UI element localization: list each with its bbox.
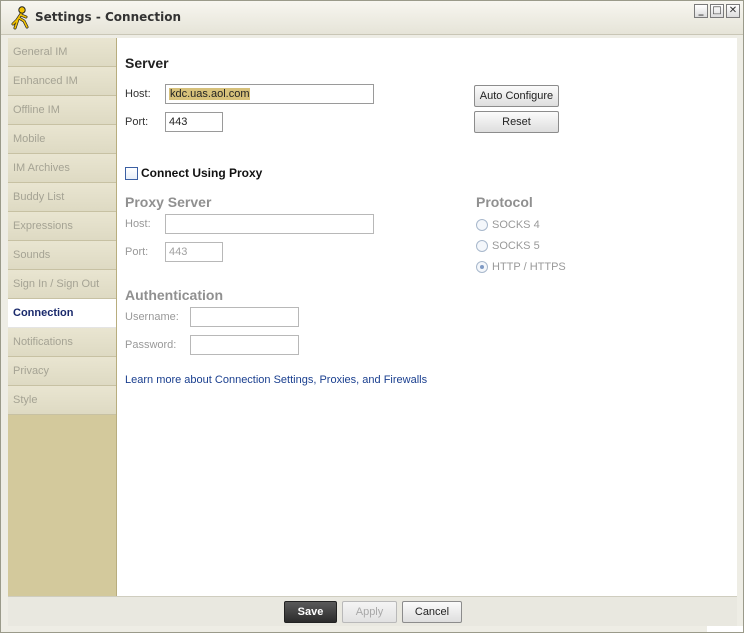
username-label: Username: — [125, 311, 179, 323]
cancel-button[interactable]: Cancel — [402, 601, 462, 623]
proxy-port-label: Port: — [125, 246, 149, 258]
proxy-host-input[interactable] — [165, 214, 374, 234]
sidebar-item-offline-im[interactable]: Offline IM — [8, 96, 116, 125]
save-button[interactable]: Save — [284, 601, 337, 623]
help-prefix: Learn more about — [125, 374, 215, 386]
proxy-port-input[interactable]: 443 — [165, 242, 223, 262]
sidebar-item-sign-in-sign-out[interactable]: Sign In / Sign Out — [8, 270, 116, 299]
minimize-icon[interactable]: _ — [694, 4, 708, 18]
sidebar-item-im-archives[interactable]: IM Archives — [8, 154, 116, 183]
proxies-link[interactable]: Proxies — [319, 374, 356, 386]
proxy-host-label: Host: — [125, 218, 151, 230]
aim-running-man-icon — [11, 6, 29, 30]
socks5-radio[interactable] — [476, 240, 488, 252]
window-title: Settings - Connection — [35, 10, 182, 24]
apply-button[interactable]: Apply — [342, 601, 397, 623]
sidebar-item-mobile[interactable]: Mobile — [8, 125, 116, 154]
socks4-radio[interactable] — [476, 219, 488, 231]
connect-using-proxy-checkbox[interactable] — [125, 167, 138, 180]
firewalls-link[interactable]: Firewalls — [384, 374, 427, 386]
help-links: Learn more about Connection Settings, Pr… — [125, 374, 427, 386]
connect-using-proxy-label[interactable]: Connect Using Proxy — [141, 166, 262, 180]
server-heading: Server — [125, 55, 169, 71]
sidebar-item-privacy[interactable]: Privacy — [8, 357, 116, 386]
password-input[interactable] — [190, 335, 299, 355]
password-label: Password: — [125, 339, 177, 351]
proxy-server-heading: Proxy Server — [125, 194, 212, 210]
close-icon[interactable]: ✕ — [726, 4, 740, 18]
server-port-input[interactable]: 443 — [165, 112, 223, 132]
sidebar-item-notifications[interactable]: Notifications — [8, 328, 116, 357]
server-port-label: Port: — [125, 116, 149, 128]
username-input[interactable] — [190, 307, 299, 327]
authentication-heading: Authentication — [125, 287, 223, 303]
help-separator-2: , and — [356, 374, 384, 386]
maximize-icon[interactable]: □ — [710, 4, 724, 18]
http-https-radio[interactable] — [476, 261, 488, 273]
server-host-label: Host: — [125, 88, 151, 100]
auto-configure-button[interactable]: Auto Configure — [474, 85, 559, 107]
sidebar-item-sounds[interactable]: Sounds — [8, 241, 116, 270]
sidebar-item-style[interactable]: Style — [8, 386, 116, 415]
sidebar-item-general-im[interactable]: General IM — [8, 38, 116, 67]
dialog-footer: Save Apply Cancel — [8, 596, 737, 626]
resize-grip[interactable] — [707, 626, 743, 632]
sidebar-item-buddy-list[interactable]: Buddy List — [8, 183, 116, 212]
protocol-heading: Protocol — [476, 194, 533, 210]
connection-settings-panel: Server Host: kdc.uas.aol.com Port: 443 A… — [117, 38, 737, 596]
sidebar-item-connection[interactable]: Connection — [8, 299, 116, 328]
sidebar-item-expressions[interactable]: Expressions — [8, 212, 116, 241]
server-host-value: kdc.uas.aol.com — [169, 88, 251, 100]
settings-sidebar: General IM Enhanced IM Offline IM Mobile… — [8, 38, 117, 596]
http-https-label[interactable]: HTTP / HTTPS — [492, 261, 566, 273]
connection-settings-link[interactable]: Connection Settings — [215, 374, 313, 386]
server-host-input[interactable]: kdc.uas.aol.com — [165, 84, 374, 104]
title-bar[interactable]: Settings - Connection _ □ ✕ — [1, 1, 743, 35]
reset-button[interactable]: Reset — [474, 111, 559, 133]
sidebar-item-enhanced-im[interactable]: Enhanced IM — [8, 67, 116, 96]
settings-window: Settings - Connection _ □ ✕ General IM E… — [0, 0, 744, 633]
socks4-label[interactable]: SOCKS 4 — [492, 219, 540, 231]
socks5-label[interactable]: SOCKS 5 — [492, 240, 540, 252]
